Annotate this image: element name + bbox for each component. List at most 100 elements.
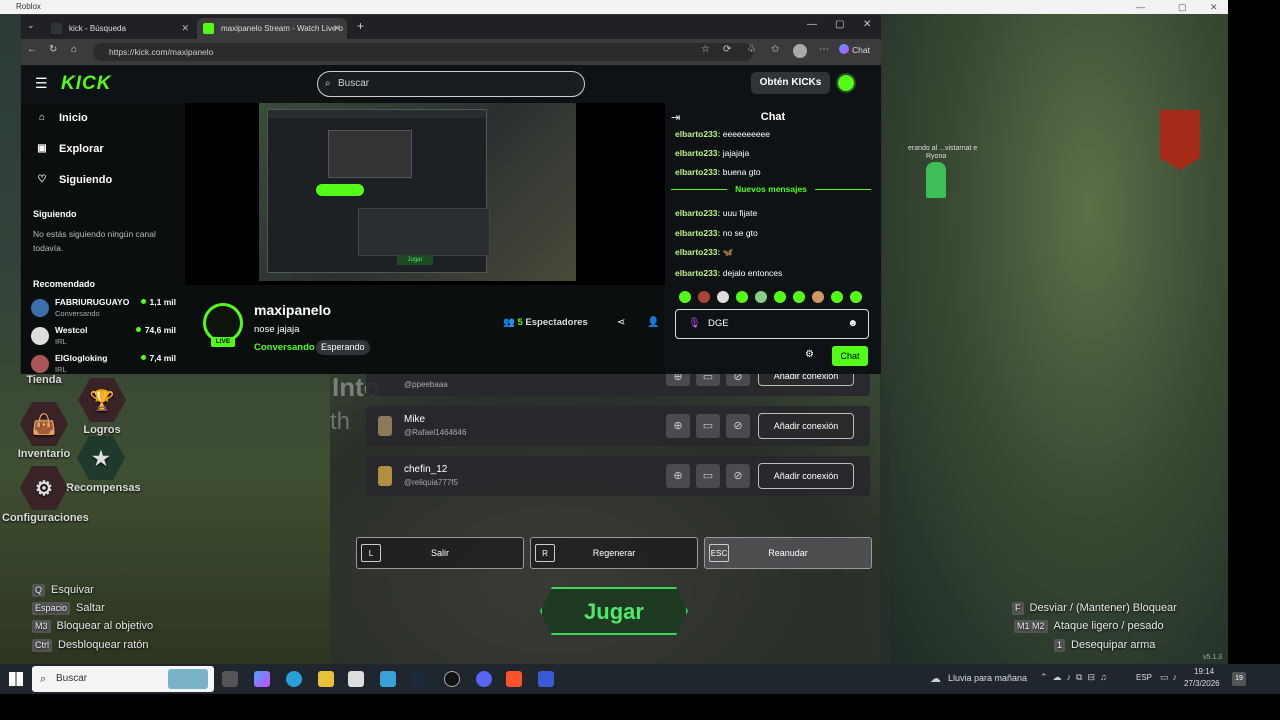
resume-button[interactable]: ESC Reanudar xyxy=(704,537,872,569)
tab-stream[interactable]: maxipanelo Stream - Watch Live o ✕ xyxy=(197,18,347,39)
refresh-icon[interactable]: ↻ xyxy=(49,44,57,55)
recommended-channel[interactable]: FABRIURUGUAYO Conversando 1,1 mil xyxy=(31,297,176,321)
inspect-icon[interactable]: ⊕ xyxy=(666,414,690,438)
emote-icon[interactable] xyxy=(679,291,691,303)
more-icon[interactable]: ⋯ xyxy=(819,44,829,55)
avatar[interactable] xyxy=(836,73,856,93)
message-icon[interactable]: ▭ xyxy=(696,414,720,438)
emote-icon[interactable] xyxy=(736,291,748,303)
live-badge: LIVE xyxy=(211,337,235,347)
emote-icon[interactable] xyxy=(831,291,843,303)
leave-button[interactable]: L Salir xyxy=(356,537,524,569)
emote-icon[interactable] xyxy=(698,291,710,303)
share-icon[interactable]: ⋖ xyxy=(617,317,625,328)
clock-date[interactable]: 27/3/2026 xyxy=(1184,679,1220,688)
stream-category[interactable]: Conversando xyxy=(254,342,315,353)
add-connection-button[interactable]: Añadir conexión xyxy=(758,463,854,489)
favorites-icon[interactable]: ✩ xyxy=(771,44,779,55)
avatar xyxy=(31,327,49,345)
maximize-icon[interactable]: ▢ xyxy=(1178,0,1187,14)
brave-icon[interactable] xyxy=(506,671,522,687)
emote-icon[interactable] xyxy=(812,291,824,303)
weather-text[interactable]: Lluvia para mañana xyxy=(948,673,1027,683)
home-icon[interactable]: ⌂ xyxy=(71,44,77,55)
play-button[interactable]: Jugar xyxy=(540,587,688,635)
notification-badge[interactable]: 19 xyxy=(1232,672,1246,686)
menu-shop[interactable]: Tienda xyxy=(20,374,68,386)
copilot-chat-button[interactable]: Chat xyxy=(839,44,870,55)
menu-achievements[interactable]: 🏆 Logros xyxy=(76,378,128,436)
close-icon[interactable]: ✕ xyxy=(863,19,871,30)
minimize-icon[interactable]: — xyxy=(1136,0,1145,14)
windows-start-icon[interactable] xyxy=(9,672,23,686)
avatar xyxy=(378,416,392,436)
kick-logo[interactable]: KICK xyxy=(61,73,111,95)
obs-icon[interactable] xyxy=(444,671,460,687)
add-connection-button[interactable]: Añadir conexión xyxy=(758,413,854,439)
file-explorer-icon[interactable] xyxy=(318,671,334,687)
chat-message: elbarto233: uuu fijate xyxy=(675,208,758,218)
edge-icon[interactable] xyxy=(286,671,302,687)
favorite-icon[interactable]: ☆ xyxy=(701,44,710,55)
block-icon[interactable]: ⊘ xyxy=(726,414,750,438)
menu-inventory[interactable]: 👜 Inventario xyxy=(14,402,74,460)
search-input[interactable]: ⌕ Buscar xyxy=(317,71,585,97)
app-icon[interactable] xyxy=(380,671,396,687)
copilot-icon[interactable] xyxy=(254,671,270,687)
tab-list-icon[interactable]: ⌄ xyxy=(27,20,35,31)
emote-icon[interactable] xyxy=(717,291,729,303)
url-field[interactable]: https://kick.com/maxipanelo xyxy=(93,43,753,61)
emote-icon[interactable] xyxy=(755,291,767,303)
discord-icon[interactable] xyxy=(476,671,492,687)
chat-input[interactable]: 🎙 DGE ☻ xyxy=(675,309,869,339)
get-kicks-button[interactable]: Obtén KICKs xyxy=(751,72,830,94)
close-tab-icon[interactable]: ✕ xyxy=(333,18,341,39)
avatar xyxy=(378,466,392,486)
roblox-icon[interactable] xyxy=(538,671,554,687)
close-icon[interactable]: ✕ xyxy=(1210,0,1218,14)
sidebar-item-home[interactable]: ⌂ Inicio xyxy=(35,109,88,127)
emote-icon[interactable] xyxy=(774,291,786,303)
menu-icon[interactable]: ☰ xyxy=(35,75,48,92)
gear-icon: ⚙ xyxy=(20,466,68,510)
streamer-name[interactable]: maxipanelo xyxy=(254,302,331,318)
respawn-button[interactable]: R Regenerar xyxy=(530,537,698,569)
follow-icon[interactable]: 👤 xyxy=(647,317,659,328)
tab-search[interactable]: kick - Búsqueda ✕ xyxy=(45,18,195,39)
tray-icons[interactable]: ⌃☁♪⧉⊟♫ xyxy=(1040,672,1112,683)
close-tab-icon[interactable]: ✕ xyxy=(181,18,189,39)
emote-icon[interactable] xyxy=(850,291,862,303)
new-tab-icon[interactable]: + xyxy=(357,19,364,33)
maximize-icon[interactable]: ▢ xyxy=(835,19,844,30)
recommended-channel[interactable]: Westcol IRL 74,6 mil xyxy=(31,325,176,349)
collections-icon[interactable]: ♧ xyxy=(747,44,756,55)
clock-time[interactable]: 19:14 xyxy=(1194,667,1214,676)
send-chat-button[interactable]: Chat xyxy=(832,346,868,366)
emote-icon[interactable] xyxy=(793,291,805,303)
block-icon[interactable]: ⊘ xyxy=(726,464,750,488)
message-icon[interactable]: ▭ xyxy=(696,464,720,488)
extensions-icon[interactable]: ⟳ xyxy=(723,44,731,55)
microphone-icon[interactable]: 🎙 xyxy=(688,310,701,337)
sidebar-item-following[interactable]: ♡ Siguiendo xyxy=(35,171,113,189)
list-item: Mike @Rafael1464646 ⊕ ▭ ⊘ Añadir conexió… xyxy=(366,406,870,446)
recommended-channel[interactable]: ElGlogloking IRL 7,4 mil xyxy=(31,353,176,374)
chat-settings-icon[interactable]: ⚙ xyxy=(805,349,814,360)
back-icon[interactable]: ← xyxy=(27,44,37,55)
emoji-icon[interactable]: ☻ xyxy=(847,310,858,337)
store-icon[interactable] xyxy=(348,671,364,687)
taskbar-search[interactable]: ⌕ Buscar xyxy=(32,666,214,692)
profile-icon[interactable] xyxy=(793,44,807,58)
minimize-icon[interactable]: — xyxy=(807,19,817,30)
stream-tag[interactable]: Esperando xyxy=(316,340,370,355)
viewers-icon: 👥 xyxy=(503,317,515,328)
video-player[interactable]: Jugar xyxy=(185,103,665,285)
menu-settings-label: Configuraciones xyxy=(2,512,89,524)
language-indicator[interactable]: ESP xyxy=(1136,673,1152,682)
sidebar-item-explore[interactable]: ▣ Explorar xyxy=(35,140,103,158)
menu-settings[interactable]: ⚙ Configuraciones xyxy=(2,466,89,524)
network-volume-icons[interactable]: ▭♪ xyxy=(1160,672,1181,683)
task-view-icon[interactable] xyxy=(222,671,238,687)
steam-icon[interactable] xyxy=(410,671,426,687)
inspect-icon[interactable]: ⊕ xyxy=(666,464,690,488)
